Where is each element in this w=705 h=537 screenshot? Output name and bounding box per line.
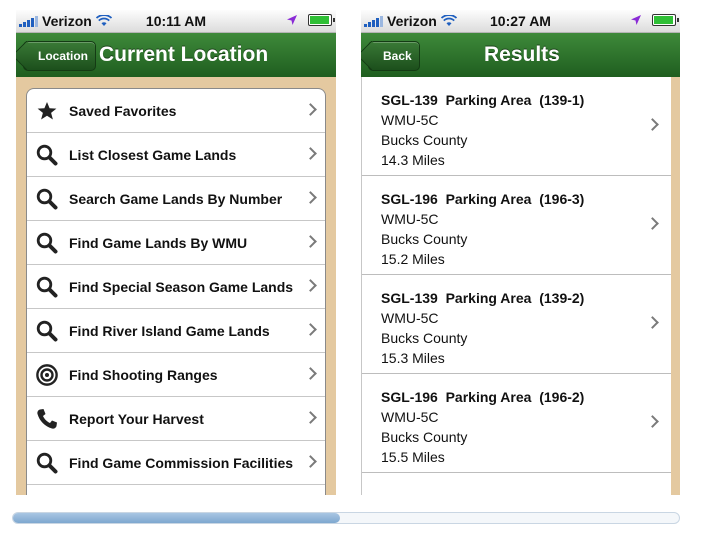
chevron-right-icon bbox=[304, 146, 317, 160]
search-icon bbox=[36, 144, 58, 166]
current-location-screen: Verizon 10:11 AM Location Current Locati… bbox=[16, 10, 336, 495]
menu-item-label: Find River Island Game Lands bbox=[69, 322, 270, 339]
menu-item-list-closest-game-lands[interactable]: List Closest Game Lands bbox=[27, 133, 325, 177]
menu-item-find-river-island-game-lands[interactable]: Find River Island Game Lands bbox=[27, 309, 325, 353]
menu-item-label: Find Game Lands By WMU bbox=[69, 234, 248, 251]
result-item[interactable]: SGL-196 Parking Area (196-3) WMU-5C Buck… bbox=[362, 176, 671, 275]
menu-item-label: Find Shooting Ranges bbox=[69, 366, 218, 383]
menu-item-saved-favorites[interactable]: Saved Favorites bbox=[27, 89, 325, 133]
menu-item-partial[interactable] bbox=[27, 485, 325, 495]
chevron-right-icon bbox=[304, 410, 317, 424]
result-county: Bucks County bbox=[381, 429, 468, 445]
result-wmu: WMU-5C bbox=[381, 211, 439, 227]
chevron-right-icon bbox=[304, 234, 317, 248]
result-wmu: WMU-5C bbox=[381, 409, 439, 425]
result-item[interactable]: SGL-196 Parking Area (196-2) WMU-5C Buck… bbox=[362, 374, 671, 473]
search-icon bbox=[36, 320, 58, 342]
results-screen: Verizon 10:27 AM Back Results SGL-139 Pa… bbox=[361, 10, 680, 495]
result-county: Bucks County bbox=[381, 132, 468, 148]
menu-item-find-shooting-ranges[interactable]: Find Shooting Ranges bbox=[27, 353, 325, 397]
result-distance: 15.3 Miles bbox=[381, 350, 445, 366]
menu-item-label: Find Game Commission Facilities bbox=[69, 454, 294, 471]
menu-item-label: Find Special Season Game Lands bbox=[69, 278, 294, 295]
result-item[interactable]: SGL-139 Parking Area (139-1) WMU-5C Buck… bbox=[362, 77, 671, 176]
result-wmu: WMU-5C bbox=[381, 310, 439, 326]
chevron-right-icon bbox=[304, 278, 317, 292]
result-county: Bucks County bbox=[381, 330, 468, 346]
menu-item-find-special-season-game-lands[interactable]: Find Special Season Game Lands bbox=[27, 265, 325, 309]
navigation-bar: Back Results bbox=[361, 33, 680, 78]
menu-item-find-game-lands-by-wmu[interactable]: Find Game Lands By WMU bbox=[27, 221, 325, 265]
chevron-right-icon bbox=[304, 454, 317, 468]
menu-item-label: Saved Favorites bbox=[69, 102, 177, 119]
location-arrow-icon bbox=[631, 15, 641, 25]
battery-icon bbox=[652, 14, 679, 26]
result-title: SGL-139 Parking Area (139-1) bbox=[381, 92, 585, 108]
chevron-right-icon bbox=[304, 366, 317, 380]
result-title: SGL-196 Parking Area (196-3) bbox=[381, 191, 585, 207]
menu-item-label: List Closest Game Lands bbox=[69, 146, 237, 163]
location-back-button[interactable]: Location bbox=[23, 41, 96, 71]
result-title: SGL-196 Parking Area (196-2) bbox=[381, 389, 585, 405]
result-distance: 14.3 Miles bbox=[381, 152, 445, 168]
menu-item-search-game-lands-by-number[interactable]: Search Game Lands By Number bbox=[27, 177, 325, 221]
menu-item-find-game-commission-facilities[interactable]: Find Game Commission Facilities bbox=[27, 441, 325, 485]
result-title: SGL-139 Parking Area (139-2) bbox=[381, 290, 585, 306]
main-menu: Saved Favorites List Closest Game Lands … bbox=[26, 88, 326, 495]
menu-item-label: Search Game Lands By Number bbox=[69, 190, 283, 207]
results-list: SGL-139 Parking Area (139-1) WMU-5C Buck… bbox=[361, 77, 671, 495]
back-button[interactable]: Back bbox=[368, 41, 420, 71]
status-bar: Verizon 10:11 AM bbox=[16, 10, 336, 33]
target-icon bbox=[36, 363, 58, 386]
search-icon bbox=[36, 452, 58, 474]
search-icon bbox=[36, 188, 58, 210]
search-icon bbox=[36, 276, 58, 298]
search-icon bbox=[36, 232, 58, 254]
chevron-right-icon bbox=[304, 322, 317, 336]
scrollbar-thumb[interactable] bbox=[13, 513, 340, 523]
result-distance: 15.5 Miles bbox=[381, 449, 445, 465]
phone-icon bbox=[36, 408, 58, 430]
result-item[interactable]: SGL-139 Parking Area (139-2) WMU-5C Buck… bbox=[362, 275, 671, 374]
chevron-right-icon bbox=[304, 190, 317, 204]
horizontal-scrollbar[interactable] bbox=[12, 512, 680, 524]
page-title: Results bbox=[484, 43, 560, 66]
result-wmu: WMU-5C bbox=[381, 112, 439, 128]
star-icon bbox=[36, 100, 58, 122]
location-arrow-icon bbox=[287, 15, 297, 25]
navigation-bar: Location Current Location bbox=[16, 33, 336, 78]
menu-item-label: Report Your Harvest bbox=[69, 410, 204, 427]
page-title: Current Location bbox=[99, 43, 269, 66]
status-bar: Verizon 10:27 AM bbox=[361, 10, 680, 33]
result-county: Bucks County bbox=[381, 231, 468, 247]
menu-item-report-your-harvest[interactable]: Report Your Harvest bbox=[27, 397, 325, 441]
battery-icon bbox=[308, 14, 335, 26]
result-distance: 15.2 Miles bbox=[381, 251, 445, 267]
chevron-right-icon bbox=[304, 102, 317, 116]
